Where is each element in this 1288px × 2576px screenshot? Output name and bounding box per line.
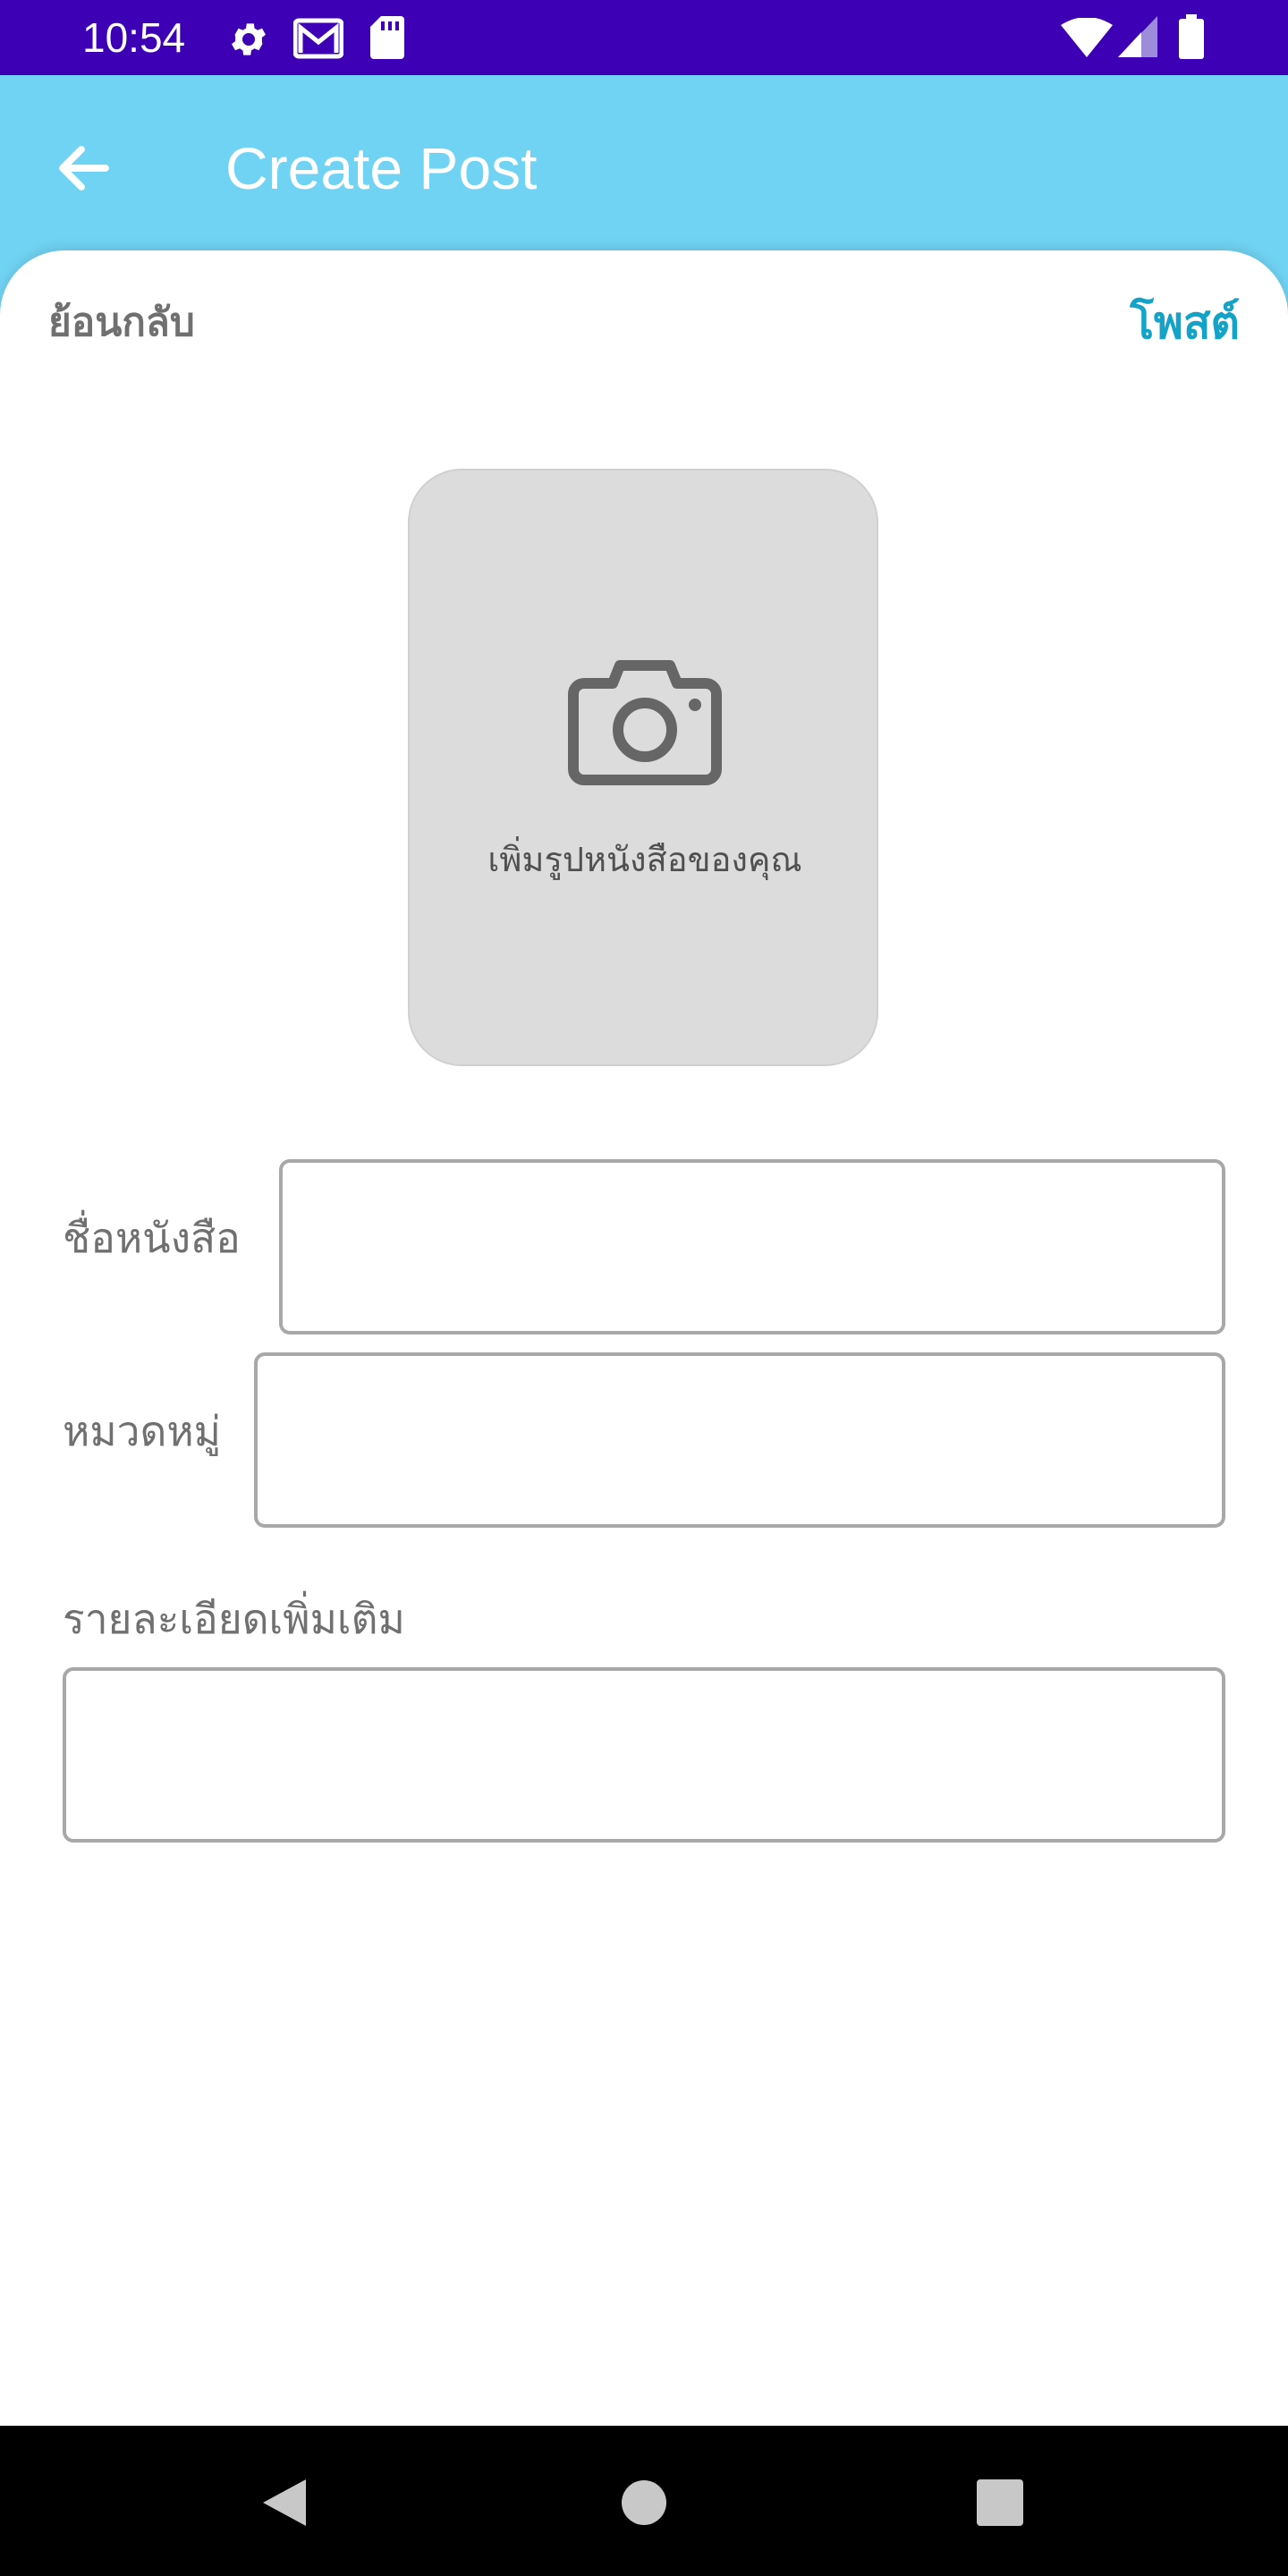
- add-photo-button[interactable]: เพิ่มรูปหนังสือของคุณ: [408, 469, 878, 1066]
- home-circle-icon[interactable]: [621, 2479, 667, 2526]
- gmail-icon: [293, 18, 343, 59]
- book-name-input[interactable]: [279, 1159, 1225, 1335]
- arrow-left-icon[interactable]: [52, 136, 116, 200]
- category-label: หมวดหมู่: [63, 1407, 221, 1455]
- wifi-icon: [1061, 18, 1113, 57]
- add-photo-label: เพิ่มรูปหนังสือของคุณ: [487, 840, 802, 879]
- page-title: Create Post: [225, 135, 538, 201]
- status-time: 10:54: [82, 14, 186, 61]
- category-input[interactable]: [254, 1352, 1225, 1528]
- back-link[interactable]: ย้อนกลับ: [48, 292, 195, 354]
- details-input[interactable]: [63, 1667, 1225, 1843]
- book-name-label: ชื่อหนังสือ: [63, 1214, 241, 1262]
- signal-icon: [1118, 16, 1157, 57]
- details-label: รายละเอียดเพิ่มเติม: [63, 1595, 405, 1643]
- battery-icon: [1179, 14, 1204, 59]
- status-bar: 10:54: [0, 0, 1288, 75]
- navigation-bar: [0, 2426, 1288, 2576]
- post-button[interactable]: โพสต์: [1130, 292, 1240, 354]
- camera-icon: [568, 660, 722, 785]
- sd-card-icon: [370, 16, 404, 59]
- back-triangle-icon[interactable]: [259, 2476, 309, 2529]
- gear-icon: [232, 23, 266, 55]
- content-sheet: ย้อนกลับ โพสต์ เพิ่มรูปหนังสือของคุณ ชื่…: [0, 250, 1288, 2426]
- recents-square-icon[interactable]: [977, 2479, 1023, 2526]
- app-bar: Create Post: [0, 75, 1288, 250]
